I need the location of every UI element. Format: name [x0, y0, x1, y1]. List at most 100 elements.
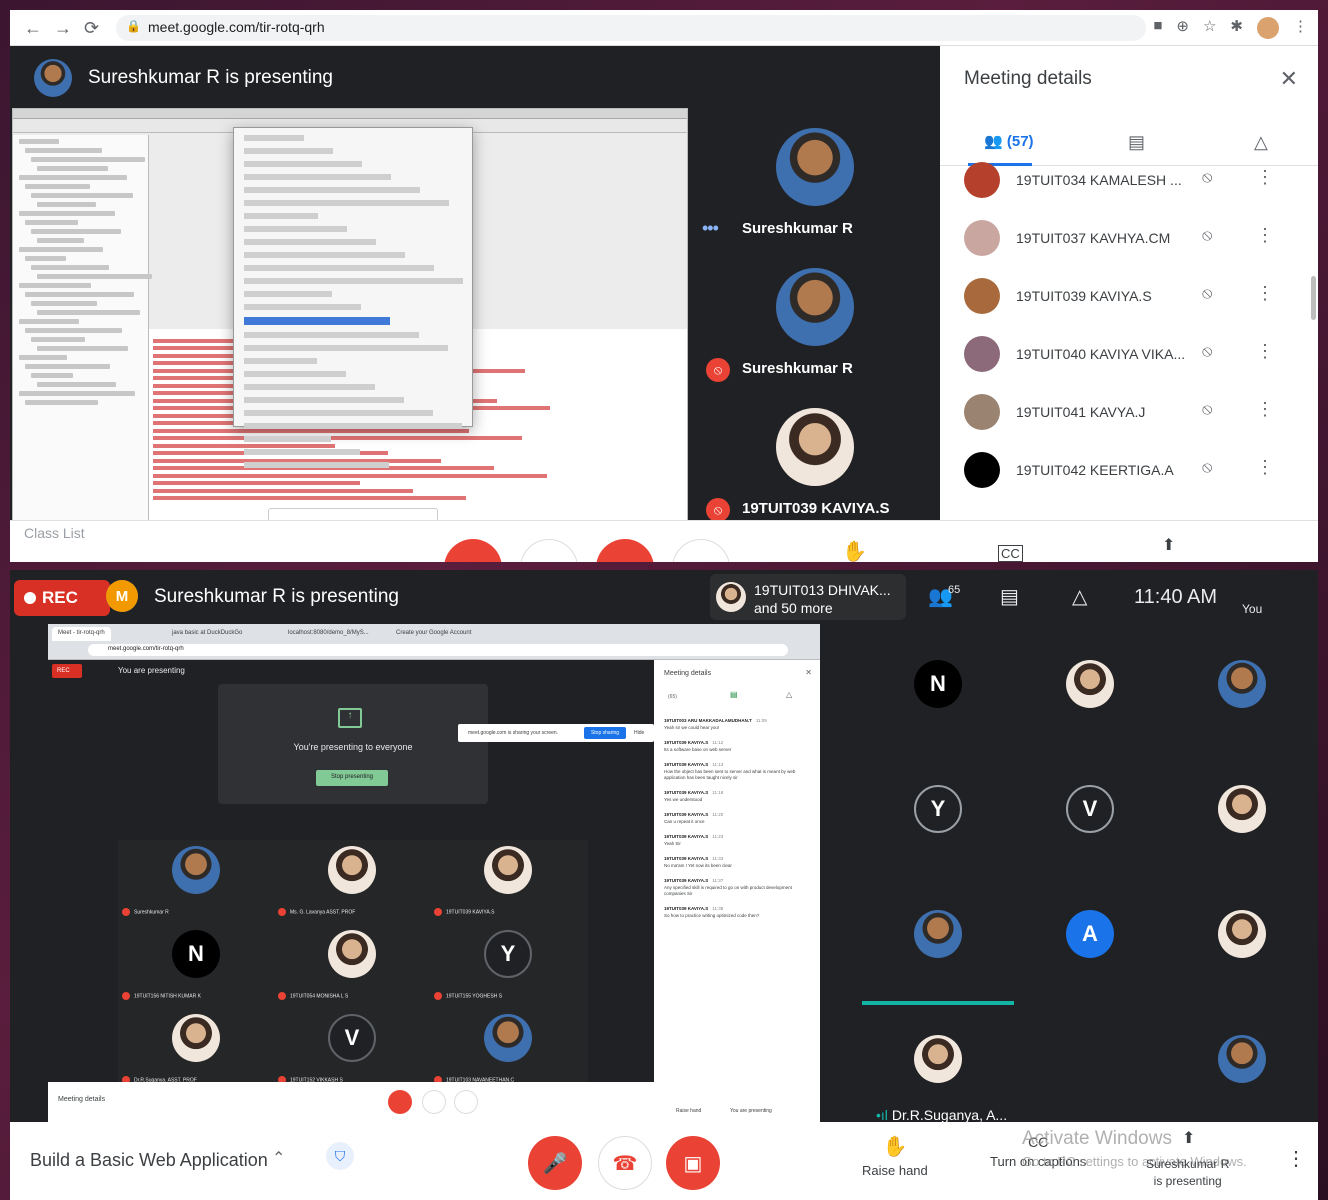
dialog-line — [244, 135, 304, 141]
chevron-up-icon[interactable]: ⌃ — [272, 1148, 285, 1168]
present-icon[interactable]: ⬆ — [1162, 535, 1175, 555]
raise-hand-label: Raise hand — [862, 1163, 928, 1178]
more-options-icon[interactable]: ⋮ — [1256, 399, 1274, 420]
chat-message: 19TUIT039 KAVIYA.S 11:20 Can u repeat it o… — [664, 812, 810, 825]
inner-participant-tile: Ms. G. Lavanya ASST. PROF — [274, 840, 430, 924]
shield-icon[interactable]: ⛉ — [326, 1142, 354, 1170]
dialog-line — [244, 449, 360, 455]
stop-sharing-button: Stop sharing — [584, 727, 626, 739]
participant-row[interactable]: 19TUIT034 KAMALESH ... ⦸ ⋮ — [940, 152, 1318, 210]
participant-avatar — [776, 268, 854, 346]
more-options-icon[interactable]: ⋮ — [1286, 1146, 1306, 1171]
chat-message: 19TUIT039 KAVIYA.S 11:13 How the object ha… — [664, 762, 810, 781]
chat-message: 19TUIT039 KAVIYA.S 11:23 Yeah Sir — [664, 834, 810, 847]
presenter-avatar — [34, 59, 72, 97]
participant-name: 19TUIT155 YOGHESH S — [446, 993, 503, 1000]
mic-off-icon: ⦸ — [1202, 227, 1213, 244]
grid-tile[interactable] — [862, 880, 1014, 1005]
dialog-line — [244, 436, 331, 442]
more-options-icon[interactable]: ⋮ — [1256, 225, 1274, 246]
people-icon: 👥 — [984, 133, 1003, 150]
panel-title: Meeting details — [964, 68, 1092, 89]
raise-hand-button[interactable]: ✋ Raise hand — [862, 1134, 928, 1178]
more-options-icon[interactable]: ⋮ — [1256, 457, 1274, 478]
meet-header: REC Sureshkumar R is presenting 19TUIT01… — [10, 570, 1318, 622]
address-bar[interactable]: 🔒 meet.google.com/tir-rotq-qrh — [116, 15, 1146, 41]
activities-icon[interactable]: △ — [1072, 584, 1087, 609]
tree-line — [25, 256, 66, 261]
more-button[interactable] — [672, 539, 730, 562]
menu-icon[interactable]: ⋮ — [1293, 17, 1308, 39]
user-avatar[interactable]: M — [106, 580, 138, 612]
back-icon[interactable]: ← — [24, 18, 42, 39]
leave-call-button[interactable]: ☎ — [598, 1136, 652, 1190]
meeting-name[interactable]: Build a Basic Web Application — [30, 1150, 268, 1171]
more-options-icon[interactable]: ⋮ — [1256, 167, 1274, 188]
more-options-icon[interactable]: ⋮ — [1256, 341, 1274, 362]
camera-icon[interactable]: ■ — [1153, 17, 1162, 39]
star-icon[interactable]: ☆ — [1203, 17, 1216, 39]
grid-tile[interactable]: V — [1014, 755, 1166, 880]
participant-name: 19TUIT039 KAVIYA.S — [446, 909, 495, 916]
more-options-icon[interactable]: ⋮ — [1256, 283, 1274, 304]
grid-tile[interactable]: A — [1014, 880, 1166, 1005]
message-time: 11:12 — [712, 740, 724, 745]
tab-chat[interactable]: ▤ — [1128, 132, 1145, 153]
participant-row[interactable]: 19TUIT041 KAVYA.J ⦸ ⋮ — [940, 384, 1318, 442]
profile-avatar[interactable] — [1257, 17, 1279, 39]
participant-tile[interactable]: ⦸ Sureshkumar R — [696, 248, 940, 388]
presenting-status[interactable]: Sureshkumar R is presenting — [1146, 1156, 1229, 1190]
zoom-icon[interactable]: ⊕ — [1176, 17, 1189, 39]
captions-icon[interactable]: CC — [998, 545, 1023, 562]
tree-line — [31, 301, 97, 306]
grid-tile[interactable] — [1166, 880, 1318, 1005]
grid-tile[interactable]: N — [862, 630, 1014, 755]
forward-icon[interactable]: → — [54, 18, 72, 39]
active-speaker-chip[interactable]: 19TUIT013 DHIVAK... and 50 more — [710, 574, 906, 620]
grid-tile[interactable]: Y — [862, 755, 1014, 880]
grid-tile[interactable] — [1166, 755, 1318, 880]
class-list-label[interactable]: Class List — [24, 525, 85, 541]
grid-tile[interactable]: •ıl Dr.R.Suganya, A... — [862, 1005, 1014, 1130]
mic-button[interactable] — [444, 539, 502, 562]
participant-tile[interactable]: ⦸ 19TUIT039 KAVIYA.S — [696, 388, 940, 528]
console-line — [153, 428, 469, 433]
mic-toggle-button[interactable]: 🎤 — [528, 1136, 582, 1190]
participant-name: •ıl Dr.R.Suganya, A... — [876, 1107, 1007, 1123]
close-icon[interactable]: ✕ — [1280, 66, 1298, 92]
tree-line — [37, 310, 140, 315]
chat-message: 19TUIT039 KAVIYA.S 11:18 Yes we understood — [664, 790, 810, 803]
tab-people[interactable]: 👥 (57) — [984, 132, 1034, 150]
inner-camera-button — [454, 1090, 478, 1114]
grid-tile[interactable] — [1166, 1005, 1318, 1130]
leave-button[interactable] — [520, 539, 578, 562]
reload-icon[interactable]: ⟳ — [84, 18, 99, 39]
inner-participant-grid: Sureshkumar R Ms. G. Lavanya ASST. PROF 19… — [118, 840, 588, 1092]
mic-off-icon — [278, 908, 286, 916]
tab-activities[interactable]: △ — [1254, 132, 1268, 153]
camera-button[interactable] — [596, 539, 654, 562]
participant-label: 19TUIT156 NITISH KUMAR K — [122, 992, 201, 1000]
grid-tile[interactable] — [1014, 630, 1166, 755]
message-text: Yes we understood — [664, 797, 703, 802]
grid-tile[interactable] — [1014, 1005, 1166, 1130]
participant-row[interactable]: 19TUIT040 KAVIYA VIKA... ⦸ ⋮ — [940, 326, 1318, 384]
inner-details-panel: Meeting details ✕ (65) ▤ △ 19TUIT003 ARU… — [654, 660, 820, 1082]
chat-icon[interactable]: ▤ — [1000, 584, 1019, 609]
extensions-icon[interactable]: ✱ — [1230, 17, 1243, 39]
participant-row[interactable]: 19TUIT039 KAVIYA.S ⦸ ⋮ — [940, 268, 1318, 326]
participant-row[interactable]: 19TUIT037 KAVHYA.CM ⦸ ⋮ — [940, 210, 1318, 268]
camera-toggle-button[interactable]: ▣ — [666, 1136, 720, 1190]
inner-rec-badge: REC — [52, 664, 82, 678]
console-line — [153, 436, 522, 440]
participant-row[interactable]: 19TUIT042 KEERTIGA.A ⦸ ⋮ — [940, 442, 1318, 500]
dialog-line — [244, 332, 419, 338]
scrollbar[interactable] — [1311, 276, 1316, 320]
raise-hand-icon[interactable]: ✋ — [842, 539, 867, 562]
tree-line — [31, 373, 73, 378]
participant-tile[interactable]: ••• Sureshkumar R — [696, 108, 940, 248]
mic-off-icon — [122, 992, 130, 1000]
grid-tile[interactable] — [1166, 630, 1318, 755]
present-now-icon[interactable]: ⬆ — [1182, 1128, 1195, 1148]
participant-label: Sureshkumar R — [122, 908, 169, 916]
